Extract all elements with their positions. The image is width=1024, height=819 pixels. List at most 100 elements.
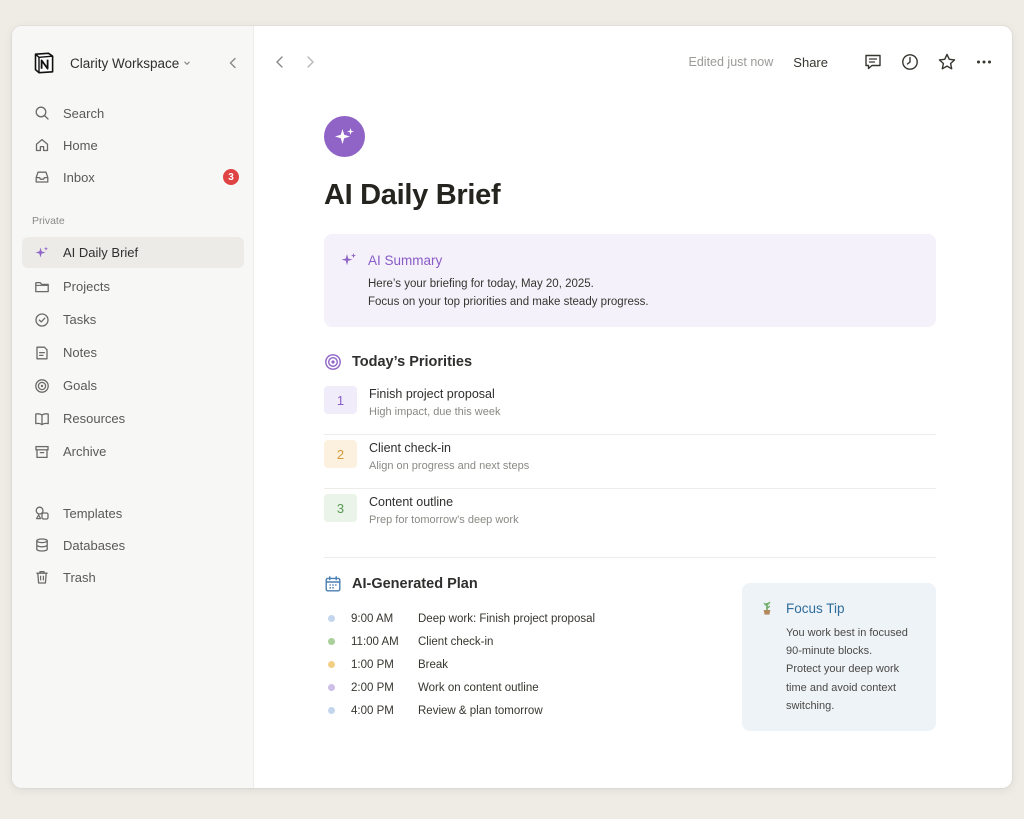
clock-icon[interactable]: [900, 52, 920, 72]
plan-time: 9:00 AM: [351, 612, 394, 625]
priority-title: Finish project proposal: [369, 387, 495, 401]
chevron-down-icon: [182, 58, 192, 68]
page-sparkle-icon[interactable]: [324, 116, 365, 157]
templates-icon: [34, 505, 50, 521]
sparkle-icon: [34, 245, 50, 261]
priority-item[interactable]: 2 Client check-in Align on progress and …: [324, 435, 936, 489]
sidebar-item-label: Projects: [63, 279, 110, 294]
notion-logo-icon: [32, 51, 56, 75]
priority-subtitle: Prep for tomorrow’s deep work: [369, 514, 519, 526]
plan-section: AI-Generated Plan 9:00 AM Deep work: Fin…: [324, 575, 936, 745]
sidebar-item-label: Databases: [63, 537, 126, 553]
priority-item[interactable]: 3 Content outline Prep for tomorrow’s de…: [324, 489, 936, 543]
plan-time: 1:00 PM: [351, 658, 394, 671]
page-title[interactable]: AI Daily Brief: [324, 179, 936, 212]
book-icon: [34, 411, 50, 427]
forward-arrow-icon[interactable]: [302, 54, 318, 75]
sidebar-bottom-nav: Templates Databases Trash: [22, 497, 244, 593]
plan-heading-text: AI-Generated Plan: [352, 576, 478, 592]
main-content: Edited just now Share AI Daily Brief AI …: [254, 26, 1012, 788]
status-dot: [328, 684, 335, 691]
trash-icon: [34, 569, 50, 585]
plan-task: Work on content outline: [418, 681, 539, 694]
sidebar-item-projects[interactable]: Projects: [22, 270, 244, 303]
sidebar-item-search[interactable]: Search: [22, 97, 244, 129]
sidebar-item-label: Goals: [63, 378, 97, 393]
sidebar-item-label: Notes: [63, 345, 97, 360]
focus-tip-callout: Focus Tip You work best in focused 90-mi…: [742, 583, 936, 731]
status-dot: [328, 615, 335, 622]
sidebar-item-notes[interactable]: Notes: [22, 336, 244, 369]
sidebar-item-label: Tasks: [63, 312, 97, 327]
plan-task: Review & plan tomorrow: [418, 704, 543, 717]
sidebar-item-goals[interactable]: Goals: [22, 369, 244, 402]
priority-subtitle: High impact, due this week: [369, 406, 501, 418]
plan-time: 11:00 AM: [351, 635, 399, 648]
sidebar-item-tasks[interactable]: Tasks: [22, 303, 244, 336]
ai-summary-line: Here’s your briefing for today, May 20, …: [368, 278, 594, 290]
star-icon[interactable]: [937, 52, 957, 72]
back-arrow-icon[interactable]: [272, 54, 288, 75]
focus-tip-body: You work best in focused 90-minute block…: [786, 624, 920, 715]
more-options-icon[interactable]: [974, 52, 994, 72]
page-content: AI Daily Brief AI Summary Here’s your br…: [324, 116, 936, 745]
app-window: Clarity Workspace Search Home Inbox 3 Pr…: [12, 26, 1012, 788]
database-icon: [34, 537, 50, 553]
sidebar-item-templates[interactable]: Templates: [22, 497, 244, 529]
check-circle-icon: [34, 312, 50, 328]
sidebar-item-label: Resources: [63, 411, 126, 426]
archive-icon: [34, 444, 50, 460]
inbox-icon: [34, 169, 50, 185]
collapse-sidebar-icon[interactable]: [224, 54, 242, 72]
plan-time: 4:00 PM: [351, 704, 394, 717]
priorities-list: 1 Finish project proposal High impact, d…: [324, 381, 936, 543]
workspace-switcher[interactable]: Clarity Workspace: [32, 50, 242, 76]
plant-icon: [758, 599, 776, 617]
priority-number: 1: [324, 386, 357, 414]
priority-number: 3: [324, 494, 357, 522]
sidebar-item-resources[interactable]: Resources: [22, 402, 244, 435]
sidebar-item-label: Templates: [63, 505, 123, 521]
sidebar-item-archive[interactable]: Archive: [22, 435, 244, 468]
comment-icon[interactable]: [863, 52, 883, 72]
focus-tip-line: time and avoid context: [786, 681, 897, 694]
status-dot: [328, 638, 335, 645]
sidebar-item-home[interactable]: Home: [22, 129, 244, 161]
priority-number: 2: [324, 440, 357, 468]
sidebar-top-nav: Search Home Inbox 3: [22, 97, 244, 193]
ai-summary-title: AI Summary: [368, 252, 443, 268]
plan-task: Deep work: Finish project proposal: [418, 612, 596, 625]
status-dot: [328, 707, 335, 714]
ai-summary-line: Focus on your top priorities and make st…: [368, 296, 649, 308]
target-icon: [34, 378, 50, 394]
target-icon: [324, 353, 342, 371]
share-button[interactable]: Share: [793, 55, 828, 70]
priorities-heading: Today’s Priorities: [324, 353, 936, 371]
focus-tip-title: Focus Tip: [786, 600, 845, 616]
note-icon: [34, 345, 50, 361]
focus-tip-line: switching.: [786, 699, 835, 712]
sidebar-private-nav: AI Daily Brief Projects Tasks Notes Goal…: [22, 237, 244, 468]
priority-title: Client check-in: [369, 441, 451, 455]
sidebar-item-label: Inbox: [63, 169, 95, 185]
sidebar-item-label: Home: [63, 137, 98, 153]
priority-item[interactable]: 1 Finish project proposal High impact, d…: [324, 381, 936, 435]
plan-task: Break: [418, 658, 449, 671]
sidebar: Clarity Workspace Search Home Inbox 3 Pr…: [12, 26, 254, 788]
sidebar-item-label: Trash: [63, 569, 96, 585]
priority-subtitle: Align on progress and next steps: [369, 460, 530, 472]
sidebar-item-databases[interactable]: Databases: [22, 529, 244, 561]
sidebar-item-trash[interactable]: Trash: [22, 561, 244, 593]
workspace-name: Clarity Workspace: [70, 55, 180, 71]
status-dot: [328, 661, 335, 668]
sidebar-item-label: Search: [63, 105, 105, 121]
priority-title: Content outline: [369, 495, 454, 509]
focus-tip-line: You work best in focused: [786, 627, 908, 639]
sidebar-item-label: Archive: [63, 444, 107, 459]
ai-summary-callout: AI Summary Here’s your briefing for toda…: [324, 234, 936, 327]
sidebar-item-ai-daily-brief[interactable]: AI Daily Brief: [22, 237, 244, 268]
sidebar-item-inbox[interactable]: Inbox 3: [22, 161, 244, 193]
plan-task: Client check-in: [418, 635, 494, 648]
calendar-icon: [324, 575, 342, 593]
home-icon: [34, 137, 50, 153]
